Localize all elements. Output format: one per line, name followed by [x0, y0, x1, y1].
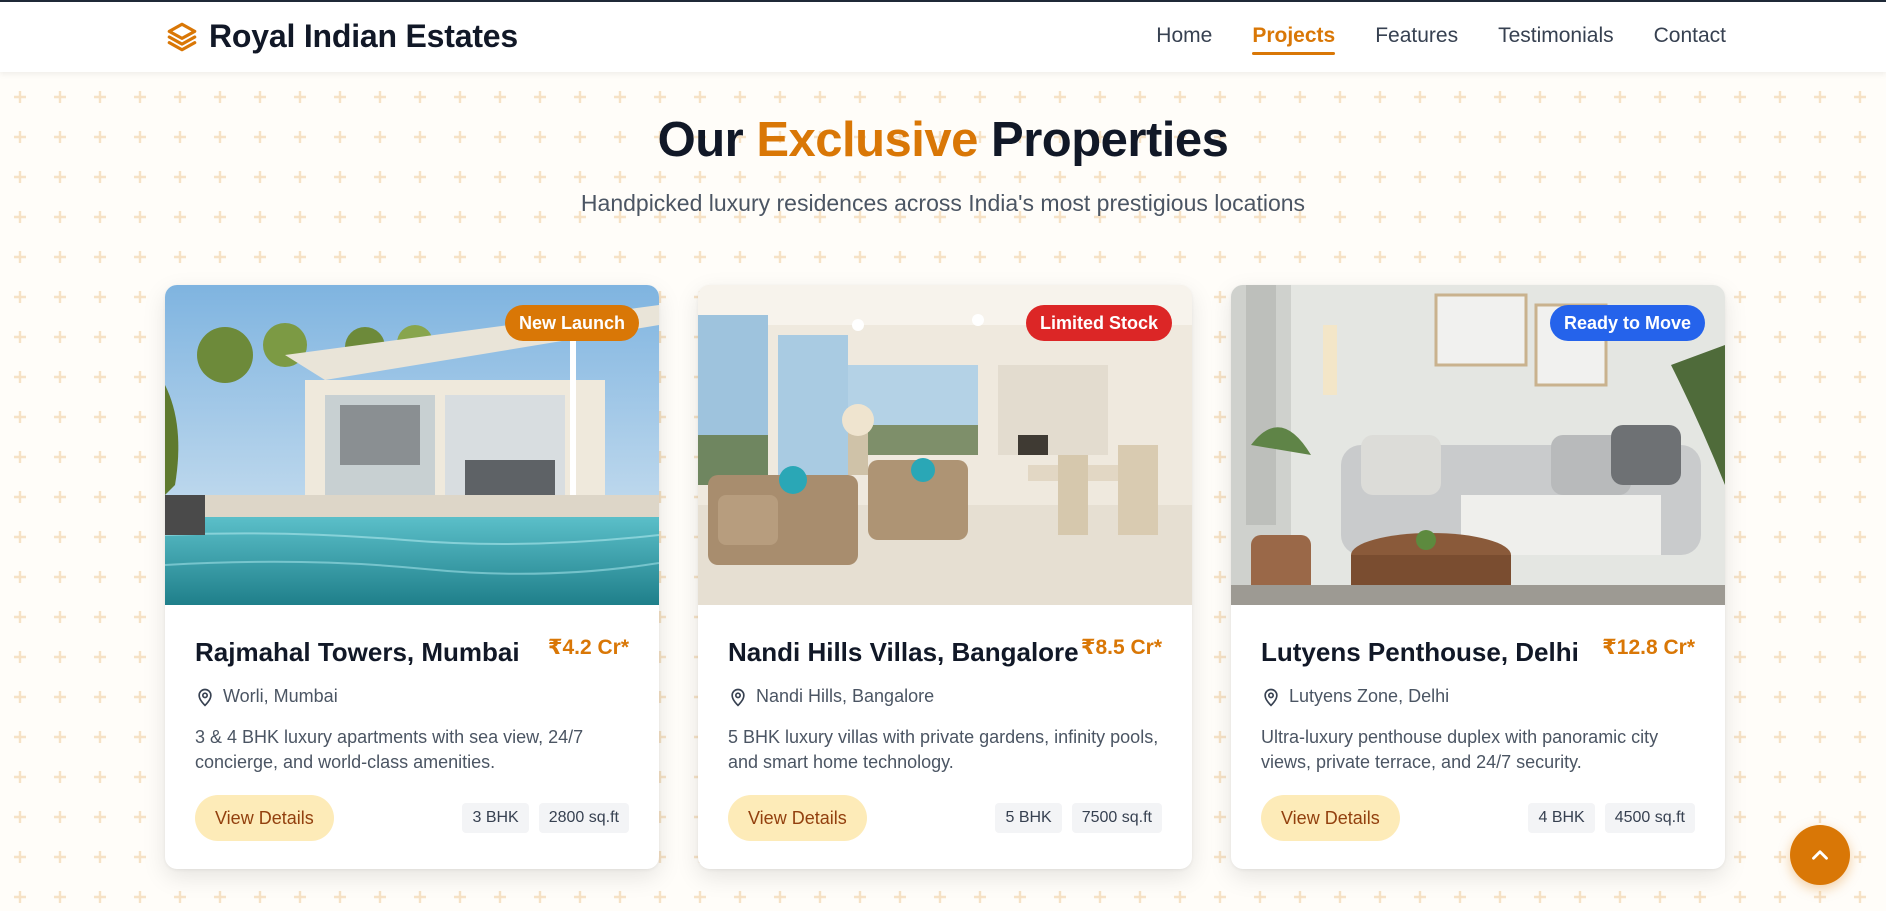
bhk-chip: 5 BHK [995, 803, 1062, 833]
section-subtitle: Handpicked luxury residences across Indi… [580, 190, 1306, 216]
area-chip: 2800 sq.ft [538, 803, 629, 833]
area-chip: 7500 sq.ft [1071, 803, 1162, 833]
nav-contact[interactable]: Contact [1654, 24, 1726, 52]
map-pin-icon [198, 688, 212, 706]
property-title: Lutyens Penthouse, Delhi [1261, 637, 1579, 667]
property-image[interactable]: Ready to Move [1231, 285, 1725, 605]
bhk-chip: 3 BHK [462, 803, 529, 833]
card-footer: View Details 3 BHK 2800 sq.ft [195, 795, 629, 841]
nav-home[interactable]: Home [1156, 24, 1212, 52]
property-price: ₹8.5 Cr* [1080, 636, 1162, 659]
bhk-chip: 4 BHK [1528, 803, 1595, 833]
property-card-lutyens[interactable]: Ready to Move Lutyens Penthouse, Delhi ₹… [1231, 285, 1725, 869]
property-title: Nandi Hills Villas, Bangalore [728, 637, 1079, 667]
status-badge: Ready to Move [1549, 305, 1705, 341]
property-description: 5 BHK luxury villas with private gardens… [728, 727, 1159, 772]
scroll-to-top-button[interactable] [1790, 825, 1850, 885]
section-header: Our Exclusive Properties Handpicked luxu… [0, 112, 1886, 217]
card-footer: View Details 4 BHK 4500 sq.ft [1261, 795, 1695, 841]
status-badge: New Launch [504, 305, 639, 341]
card-body: Rajmahal Towers, Mumbai ₹4.2 Cr* Worli, … [195, 635, 629, 775]
property-price: ₹4.2 Cr* [547, 636, 629, 659]
main-nav: Home Projects Features Testimonials Cont… [1156, 24, 1726, 55]
view-details-button[interactable]: View Details [195, 795, 334, 841]
property-card-rajmahal[interactable]: New Launch Rajmahal Towers, Mumbai ₹4.2 … [165, 285, 659, 869]
layers-icon [167, 22, 197, 51]
view-details-button[interactable]: View Details [728, 795, 867, 841]
title-part-2: Properties [977, 113, 1229, 167]
brand-name: Royal Indian Estates [209, 18, 518, 54]
title-accent: Exclusive [756, 113, 978, 167]
view-details-button[interactable]: View Details [1261, 795, 1400, 841]
top-border [0, 0, 1886, 2]
property-title: Rajmahal Towers, Mumbai [195, 637, 520, 667]
property-location: Worli, Mumbai [195, 686, 629, 707]
property-price: ₹12.8 Cr* [1602, 636, 1695, 659]
section-title: Our Exclusive Properties [0, 112, 1886, 168]
property-image[interactable]: Limited Stock [698, 285, 1192, 605]
property-location: Lutyens Zone, Delhi [1261, 686, 1695, 707]
card-footer: View Details 5 BHK 7500 sq.ft [728, 795, 1162, 841]
card-body: Nandi Hills Villas, Bangalore ₹8.5 Cr* N… [728, 635, 1162, 775]
location-text: Lutyens Zone, Delhi [1289, 686, 1450, 706]
nav-projects[interactable]: Projects [1252, 24, 1335, 55]
location-text: Nandi Hills, Bangalore [756, 686, 935, 706]
chevron-up-icon [1812, 850, 1828, 860]
card-body: Lutyens Penthouse, Delhi ₹12.8 Cr* Lutye… [1261, 635, 1695, 775]
area-chip: 4500 sq.ft [1604, 803, 1695, 833]
property-description: Ultra-luxury penthouse duplex with panor… [1261, 727, 1659, 772]
site-header: Royal Indian Estates Home Projects Featu… [0, 2, 1886, 72]
property-location: Nandi Hills, Bangalore [728, 686, 1162, 707]
title-part-1: Our [657, 113, 757, 167]
brand-logo[interactable]: Royal Indian Estates [165, 18, 518, 55]
map-pin-icon [1264, 688, 1278, 706]
nav-features[interactable]: Features [1375, 24, 1458, 52]
property-image[interactable]: New Launch [165, 285, 659, 605]
status-badge: Limited Stock [1025, 305, 1172, 341]
property-description: 3 & 4 BHK luxury apartments with sea vie… [195, 727, 584, 772]
property-card-nandi-hills[interactable]: Limited Stock Nandi Hills Villas, Bangal… [698, 285, 1192, 869]
nav-testimonials[interactable]: Testimonials [1498, 24, 1614, 52]
map-pin-icon [731, 688, 745, 706]
location-text: Worli, Mumbai [223, 686, 338, 706]
